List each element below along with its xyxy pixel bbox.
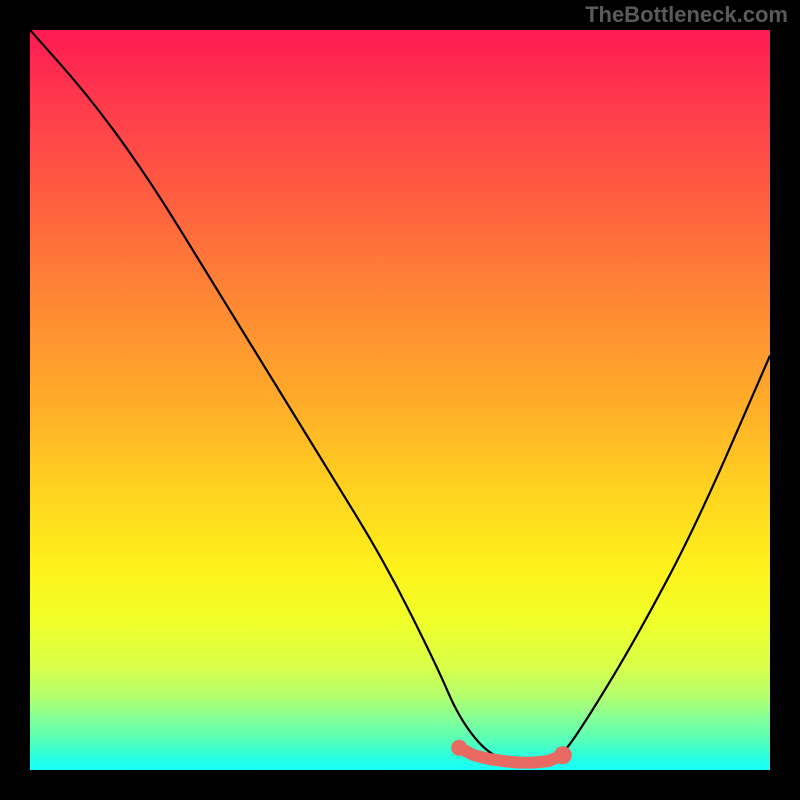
optimal-marker-line — [459, 748, 563, 763]
chart-container: TheBottleneck.com — [0, 0, 800, 800]
plot-area — [30, 30, 770, 770]
optimal-marker-end-dot — [554, 746, 572, 764]
optimal-marker-start-dot — [451, 740, 467, 756]
chart-svg — [30, 30, 770, 770]
bottleneck-curve-line — [30, 30, 770, 763]
watermark-text: TheBottleneck.com — [585, 2, 788, 28]
